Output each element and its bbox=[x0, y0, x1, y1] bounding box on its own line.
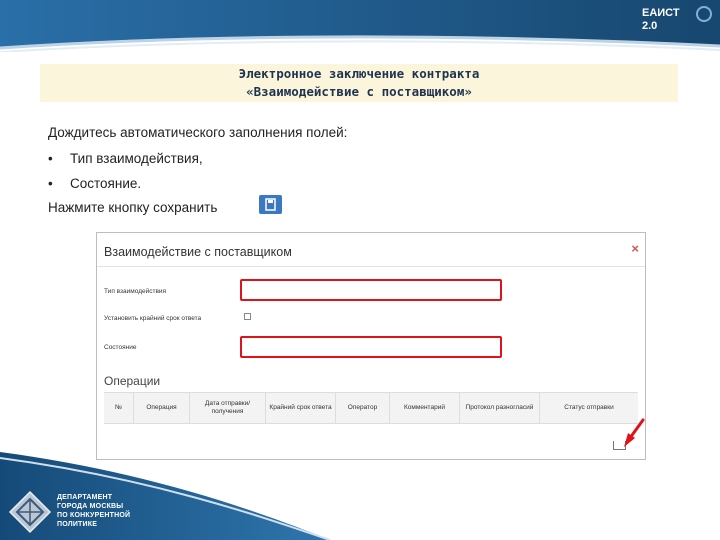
department-name: ДЕПАРТАМЕНТ ГОРОДА МОСКВЫ ПО КОНКУРЕНТНО… bbox=[57, 493, 130, 529]
department-line: ГОРОДА МОСКВЫ bbox=[57, 503, 124, 510]
department-line: ПОЛИТИКЕ bbox=[57, 521, 98, 528]
department-line: ДЕПАРТАМЕНТ bbox=[57, 494, 113, 501]
department-logo bbox=[8, 490, 52, 534]
department-line: ПО КОНКУРЕНТНОЙ bbox=[57, 512, 131, 519]
